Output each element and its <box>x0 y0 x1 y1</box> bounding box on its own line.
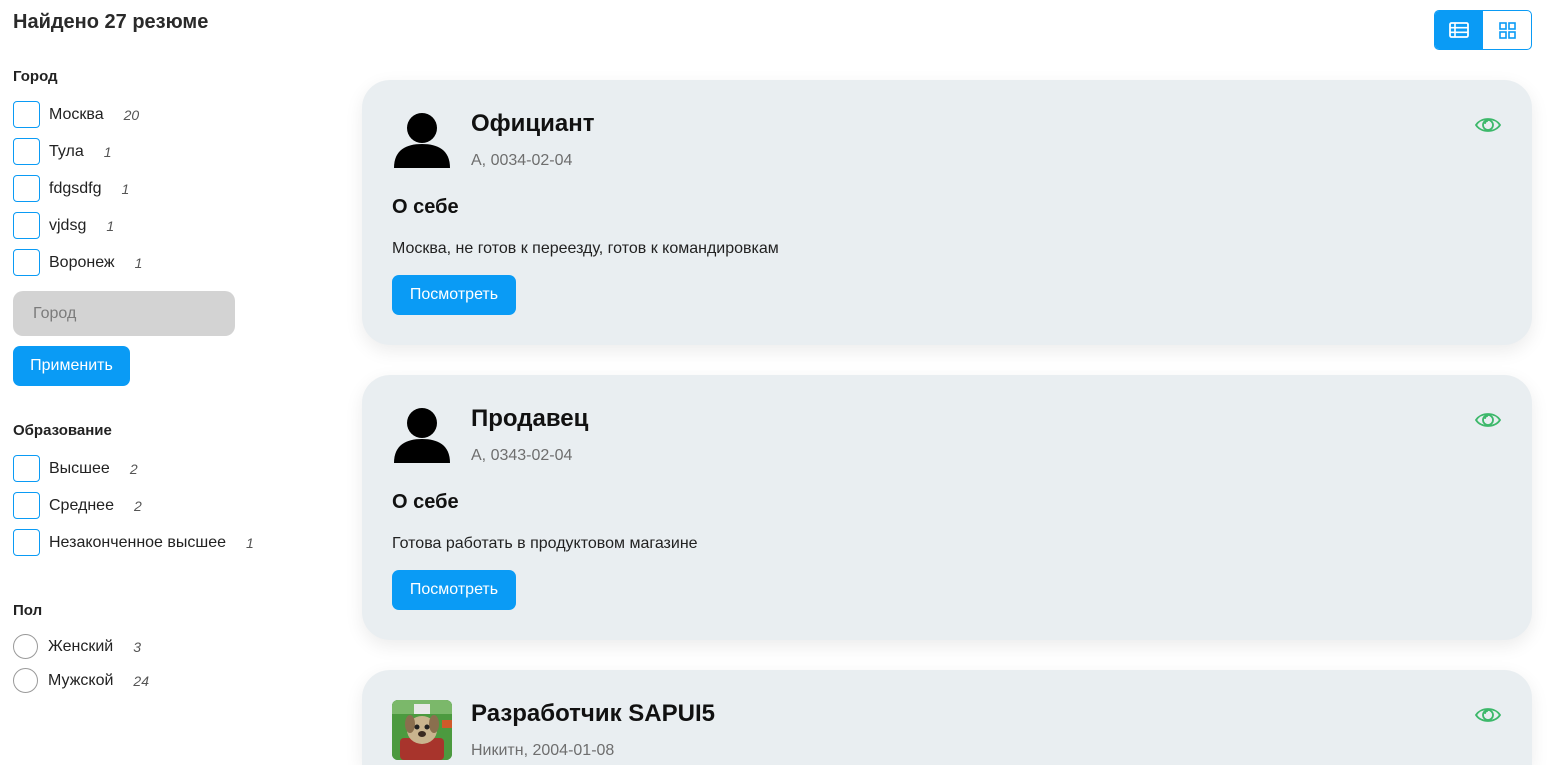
gender-option-female[interactable]: Женский 3 <box>13 633 141 660</box>
resume-meta: А, 0343-02-04 <box>471 447 573 464</box>
option-label: Женский <box>48 637 114 655</box>
option-label: Высшее <box>49 459 110 477</box>
checkbox[interactable] <box>13 101 40 128</box>
list-view-button[interactable] <box>1435 11 1483 49</box>
gender-filter-title: Пол <box>13 602 43 619</box>
gender-option-male[interactable]: Мужской 24 <box>13 667 149 694</box>
city-option-voronezh[interactable]: Воронеж 1 <box>13 249 142 276</box>
page-title: Найдено 27 резюме <box>13 11 209 33</box>
option-label: Среднее <box>49 496 114 514</box>
city-option-fdgsdfg[interactable]: fdgsdfg 1 <box>13 175 129 202</box>
option-count: 24 <box>133 672 149 689</box>
resume-card: Продавец А, 0343-02-04 О себе Готова раб… <box>362 375 1532 640</box>
education-filter-title: Образование <box>13 422 112 439</box>
education-option-higher[interactable]: Высшее 2 <box>13 455 138 482</box>
grid-view-icon <box>1498 21 1516 39</box>
about-heading: О себе <box>392 491 459 513</box>
user-photo <box>392 700 452 760</box>
resume-title: Разработчик SAPUI5 <box>471 700 715 727</box>
option-label: Мужской <box>48 671 114 689</box>
dog-character-image <box>392 700 452 760</box>
resume-card: Разработчик SAPUI5 Никитн, 2004-01-08 <box>362 670 1532 765</box>
option-label: Москва <box>49 105 104 123</box>
option-count: 1 <box>106 217 115 234</box>
grid-view-button[interactable] <box>1483 11 1531 49</box>
option-count: 3 <box>133 638 141 655</box>
radio-button[interactable] <box>13 668 38 693</box>
view-resume-button[interactable]: Посмотреть <box>392 275 516 315</box>
city-filter-title: Город <box>13 68 58 85</box>
option-count: 2 <box>133 497 142 514</box>
checkbox[interactable] <box>13 529 40 556</box>
option-count: 1 <box>134 254 143 271</box>
option-count: 20 <box>123 106 140 123</box>
checkbox[interactable] <box>13 212 40 239</box>
person-silhouette-icon <box>394 113 450 168</box>
option-label: vjdsg <box>49 216 87 234</box>
resume-card: Официант А, 0034-02-04 О себе Москва, не… <box>362 80 1532 345</box>
city-option-vjdsg[interactable]: vjdsg 1 <box>13 212 114 239</box>
option-count: 1 <box>246 534 254 551</box>
view-toggle <box>1434 10 1532 50</box>
option-label: Воронеж <box>49 253 115 271</box>
resume-meta: Никитн, 2004-01-08 <box>471 742 615 759</box>
about-text: Готова работать в продуктовом магазине <box>392 535 698 552</box>
about-heading: О себе <box>392 196 459 218</box>
city-search-input[interactable] <box>13 291 235 336</box>
option-label: Тула <box>49 142 84 160</box>
city-option-tula[interactable]: Тула 1 <box>13 138 112 165</box>
checkbox[interactable] <box>13 455 40 482</box>
option-label: Незаконченное высшее <box>49 533 227 551</box>
eye-icon[interactable] <box>1474 114 1502 136</box>
view-resume-button[interactable]: Посмотреть <box>392 570 516 610</box>
apply-button[interactable]: Применить <box>13 346 130 386</box>
education-option-incomplete-higher[interactable]: Незаконченное высшее 1 <box>13 529 254 556</box>
option-count: 1 <box>103 143 112 160</box>
checkbox[interactable] <box>13 249 40 276</box>
resume-title: Официант <box>471 110 595 137</box>
option-count: 2 <box>129 460 138 477</box>
resume-meta: А, 0034-02-04 <box>471 152 573 169</box>
option-count: 1 <box>121 180 130 197</box>
eye-icon[interactable] <box>1474 704 1502 726</box>
city-option-moscow[interactable]: Москва 20 <box>13 101 139 128</box>
checkbox[interactable] <box>13 492 40 519</box>
eye-icon[interactable] <box>1474 409 1502 431</box>
option-label: fdgsdfg <box>49 179 102 197</box>
radio-button[interactable] <box>13 634 38 659</box>
resume-title: Продавец <box>471 405 589 432</box>
education-option-secondary[interactable]: Среднее 2 <box>13 492 142 519</box>
checkbox[interactable] <box>13 138 40 165</box>
about-text: Москва, не готов к переезду, готов к ком… <box>392 240 779 257</box>
checkbox[interactable] <box>13 175 40 202</box>
list-view-icon <box>1449 22 1469 38</box>
person-silhouette-icon <box>394 408 450 463</box>
